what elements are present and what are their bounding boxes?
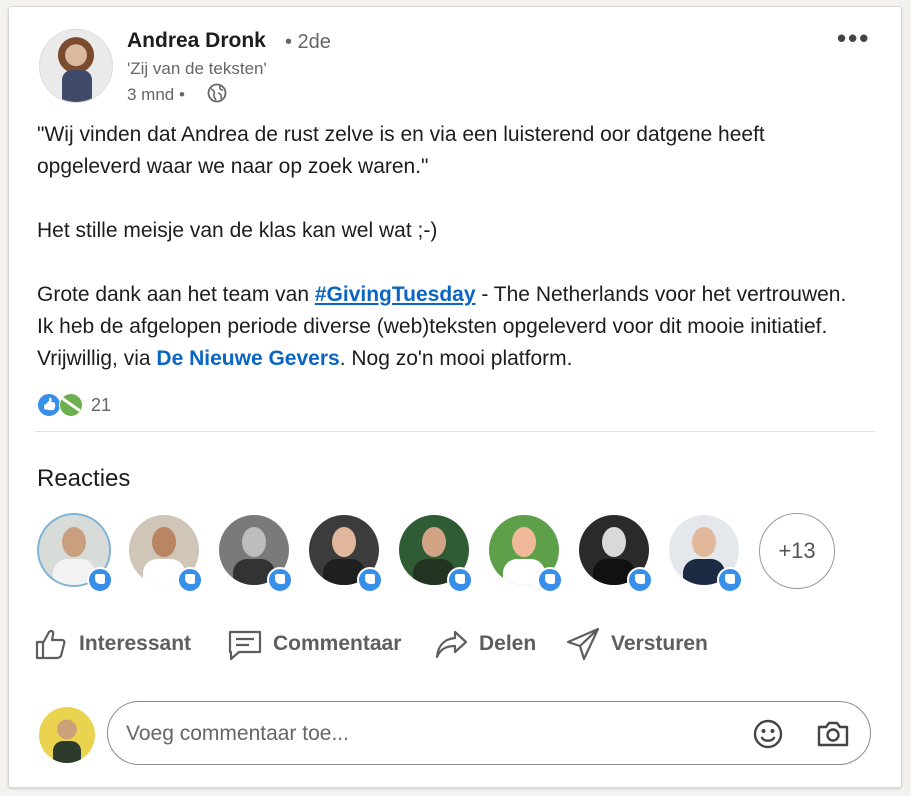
send-button[interactable]: Versturen xyxy=(565,619,708,669)
like-badge-icon xyxy=(447,567,473,593)
like-button[interactable]: Interessant xyxy=(33,619,191,669)
author-name[interactable]: Andrea Dronk xyxy=(127,29,266,53)
like-badge-icon xyxy=(537,567,563,593)
send-icon xyxy=(566,627,600,661)
like-badge-icon xyxy=(357,567,383,593)
comment-label: Commentaar xyxy=(273,632,402,655)
hashtag-link[interactable]: #GivingTuesday xyxy=(315,283,476,306)
reactor-avatar[interactable] xyxy=(219,515,293,595)
like-label: Interessant xyxy=(79,632,192,655)
thumbs-up-icon xyxy=(35,629,66,660)
like-badge-icon xyxy=(267,567,293,593)
reactor-avatar[interactable] xyxy=(669,515,743,595)
post-text-segment: . Nog zo'n mooi platform. xyxy=(339,347,573,370)
like-badge-icon xyxy=(717,567,743,593)
reactor-avatar[interactable] xyxy=(399,515,473,595)
author-avatar[interactable] xyxy=(39,29,113,103)
reactions-summary[interactable]: 21 xyxy=(37,393,111,417)
like-badge-icon xyxy=(87,567,113,593)
share-arrow-icon xyxy=(435,630,468,659)
author-headline: 'Zij van de teksten' xyxy=(127,59,267,78)
post-time: 3 mnd • xyxy=(127,85,185,104)
like-badge-icon xyxy=(627,567,653,593)
post-text-segment: Grote dank aan het team van xyxy=(37,283,315,306)
reactions-heading: Reacties xyxy=(37,465,131,492)
post-paragraph: Grote dank aan het team van #GivingTuesd… xyxy=(37,279,867,375)
reactor-avatar[interactable] xyxy=(579,515,653,595)
post-line: Het stille meisje van de klas kan wel wa… xyxy=(37,219,438,242)
send-label: Versturen xyxy=(611,632,708,655)
comment-input[interactable] xyxy=(124,716,728,752)
post-text: "Wij vinden dat Andrea de rust zelve is … xyxy=(37,119,867,375)
connection-degree: • 2de xyxy=(285,31,331,53)
celebrate-icon xyxy=(59,393,83,417)
feed-post-card: Andrea Dronk • 2de 'Zij van de teksten' … xyxy=(8,6,902,788)
reactor-avatar[interactable] xyxy=(309,515,383,595)
company-mention-link[interactable]: De Nieuwe Gevers xyxy=(156,347,339,370)
emoji-icon[interactable] xyxy=(752,718,784,750)
reactor-avatar[interactable] xyxy=(129,515,203,595)
share-button[interactable]: Delen xyxy=(433,619,536,669)
reactor-avatar[interactable] xyxy=(489,515,563,595)
divider xyxy=(35,431,875,432)
camera-icon[interactable] xyxy=(816,718,850,750)
like-badge-icon xyxy=(177,567,203,593)
reaction-count[interactable]: 21 xyxy=(91,395,111,415)
more-options-icon[interactable]: ••• xyxy=(837,25,870,51)
comment-box[interactable] xyxy=(107,701,871,765)
comment-button[interactable]: Commentaar xyxy=(227,619,401,669)
like-icon xyxy=(37,393,61,417)
post-quote: "Wij vinden dat Andrea de rust zelve is … xyxy=(37,123,765,178)
current-user-avatar[interactable] xyxy=(39,707,95,763)
globe-icon xyxy=(207,83,227,103)
more-reactors-button[interactable]: +13 xyxy=(759,513,835,589)
reactor-avatar[interactable] xyxy=(39,515,113,595)
reactor-avatars: +13 xyxy=(37,513,877,593)
share-label: Delen xyxy=(479,632,537,655)
comment-icon xyxy=(228,630,262,661)
